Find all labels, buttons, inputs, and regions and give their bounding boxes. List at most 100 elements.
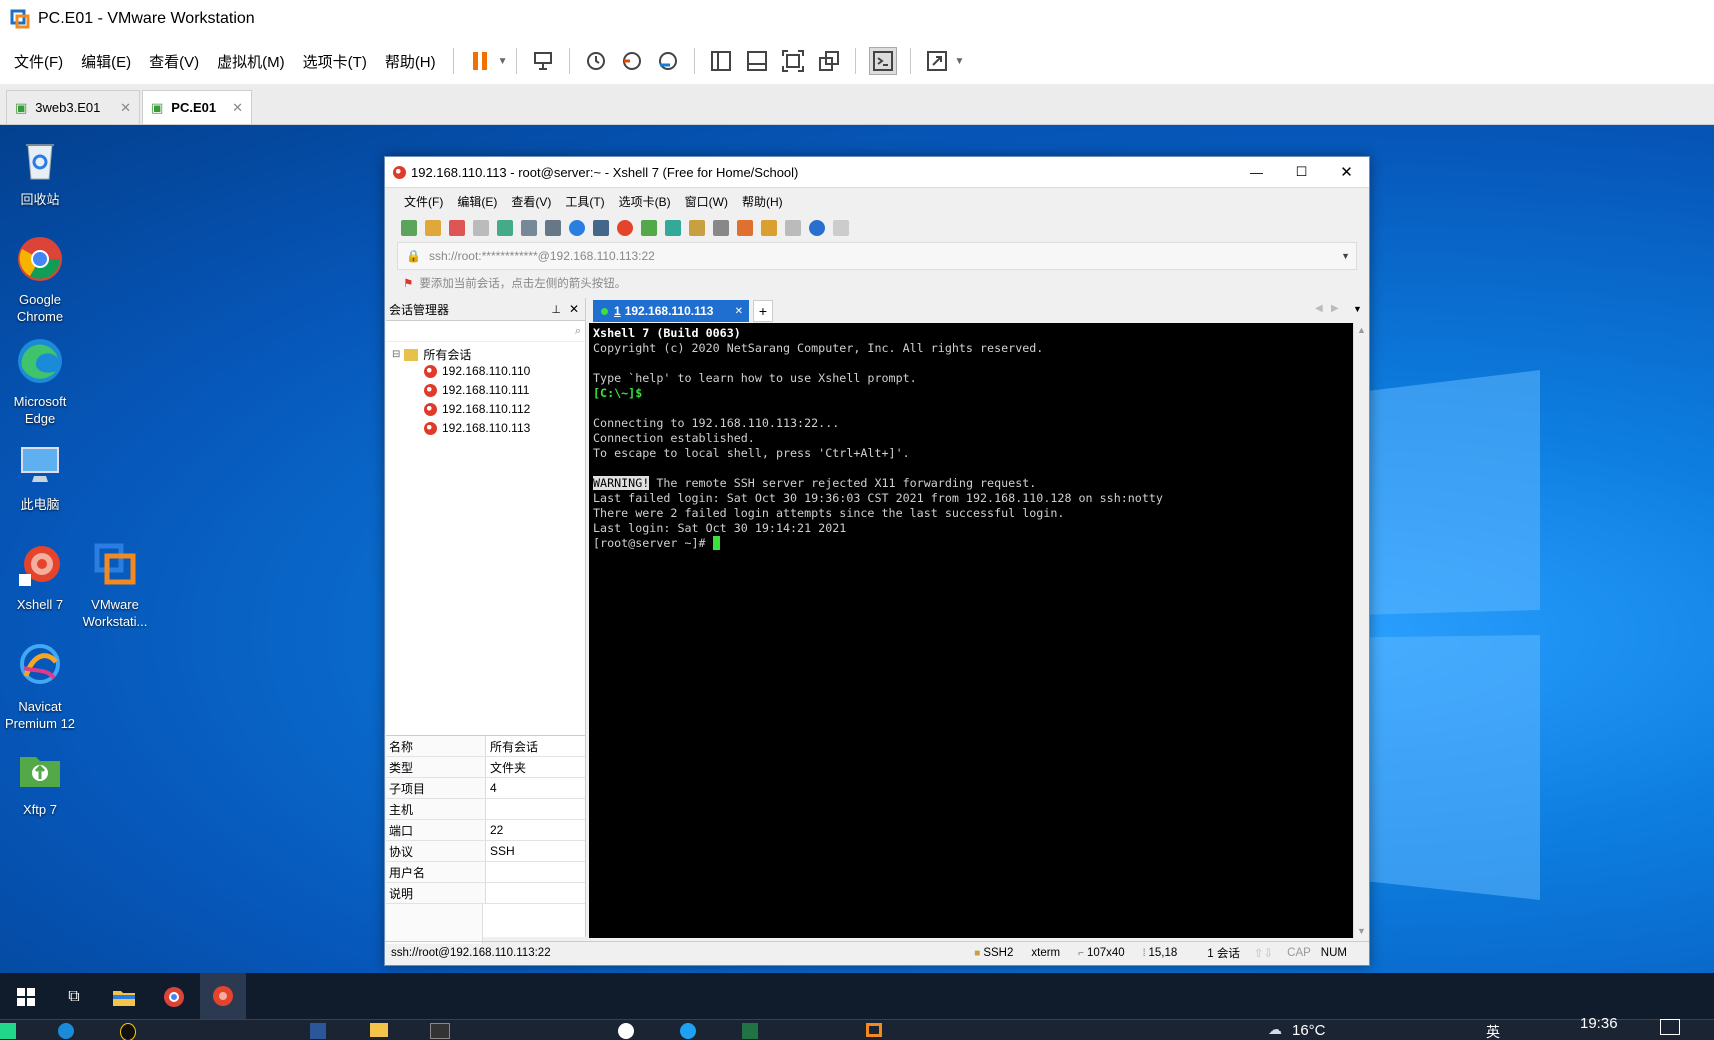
vm-tab-pc-e01[interactable]: ▣ PC.E01 ✕ — [142, 90, 252, 124]
font-icon[interactable] — [593, 220, 609, 236]
excel-icon[interactable] — [742, 1023, 758, 1039]
close-icon[interactable]: ✕ — [232, 100, 243, 116]
comment-icon[interactable] — [833, 220, 849, 236]
xs-menu-edit[interactable]: 编辑(E) — [457, 193, 497, 210]
xftp-green-icon[interactable] — [641, 220, 657, 236]
close-icon[interactable]: ✕ — [1324, 163, 1369, 181]
pause-icon[interactable] — [467, 48, 493, 74]
vm-menu-file[interactable]: 文件(F) — [5, 51, 72, 72]
desktop-icon-this-pc[interactable]: 此电脑 — [0, 440, 80, 513]
start-button[interactable] — [6, 977, 46, 1017]
snapshot-icon[interactable] — [583, 48, 609, 74]
desktop-icon-xftp[interactable]: Xftp 7 — [0, 745, 80, 818]
desktop-icon-xshell[interactable]: Xshell 7 — [0, 540, 80, 613]
search-icon[interactable]: ⌕ — [575, 325, 581, 338]
xs-menu-help[interactable]: 帮助(H) — [742, 193, 783, 210]
ime-indicator[interactable]: 英 — [1486, 1022, 1500, 1040]
qq-icon[interactable] — [120, 1023, 136, 1040]
maximize-icon[interactable]: ☐ — [1279, 164, 1324, 180]
desktop-icon-vmware[interactable]: VMware Workstati... — [75, 540, 155, 630]
chrome-icon[interactable] — [154, 977, 194, 1017]
session-item[interactable]: 192.168.110.111 — [424, 383, 529, 397]
xs-menu-tabs[interactable]: 选项卡(B) — [619, 193, 671, 210]
stretch-guest-icon[interactable] — [924, 48, 950, 74]
file-explorer-icon[interactable] — [104, 977, 144, 1017]
desktop-icon-recycle-bin[interactable]: 回收站 — [0, 135, 80, 208]
chevron-down-icon[interactable]: ▼ — [955, 56, 965, 67]
unity-icon[interactable] — [816, 48, 842, 74]
scroll-down-icon[interactable]: ▼ — [1357, 926, 1366, 936]
arrow-up-icon[interactable]: ⇧ — [1254, 946, 1264, 960]
add-tab-button[interactable]: + — [753, 300, 773, 322]
bookmark-arrow-icon[interactable]: ⚑ — [403, 276, 413, 290]
new-session-icon[interactable] — [401, 220, 417, 236]
send-ctrl-alt-del-icon[interactable] — [530, 48, 556, 74]
snapshot-manager-icon[interactable] — [655, 48, 681, 74]
pin-icon[interactable]: ⊥ — [551, 303, 561, 316]
revert-snapshot-icon[interactable] — [619, 48, 645, 74]
vm-menu-edit[interactable]: 编辑(E) — [72, 51, 140, 72]
terminal-icon[interactable] — [430, 1023, 450, 1039]
desktop-icon-navicat[interactable]: Navicat Premium 12 — [0, 642, 80, 732]
terminal-tab-active[interactable]: 1 192.168.110.113 ✕ — [593, 300, 749, 322]
task-view-icon[interactable]: ⧉ — [54, 977, 94, 1017]
tab-scroll-right-icon[interactable]: ▶ — [1331, 303, 1339, 314]
close-icon[interactable]: ✕ — [735, 306, 743, 317]
edge-icon[interactable] — [58, 1023, 74, 1039]
chevron-down-icon[interactable]: ▼ — [1341, 251, 1350, 261]
folder-icon[interactable] — [370, 1023, 388, 1037]
xshell-icon[interactable] — [200, 973, 246, 1022]
session-search-input[interactable]: ⌕ — [386, 321, 585, 342]
scroll-up-icon[interactable]: ▲ — [1357, 325, 1366, 335]
word-icon[interactable] — [310, 1023, 326, 1039]
open-folder-icon[interactable] — [425, 220, 441, 236]
properties-icon[interactable] — [497, 220, 513, 236]
expand-icon[interactable] — [665, 220, 681, 236]
vm-menu-vm[interactable]: 虚拟机(M) — [208, 51, 294, 72]
lock-icon[interactable] — [689, 220, 705, 236]
thumbnail-bar-icon[interactable] — [744, 48, 770, 74]
help-icon[interactable] — [809, 220, 825, 236]
vm-tab-3web3[interactable]: ▣ 3web3.E01 ✕ — [6, 90, 140, 124]
session-item[interactable]: 192.168.110.113 — [424, 421, 530, 435]
notification-icon[interactable] — [1660, 1019, 1680, 1035]
collapse-icon[interactable]: ⊟ — [392, 349, 400, 360]
close-icon[interactable]: ✕ — [120, 100, 131, 116]
typora-icon[interactable] — [618, 1023, 634, 1039]
layout-icon[interactable] — [545, 220, 561, 236]
chevron-down-icon[interactable]: ▼ — [1353, 304, 1362, 314]
highlight-icon[interactable] — [737, 220, 753, 236]
vm-menu-view[interactable]: 查看(V) — [140, 51, 208, 72]
keyboard-icon[interactable] — [713, 220, 729, 236]
tab-scroll-left-icon[interactable]: ◀ — [1315, 303, 1323, 314]
session-item[interactable]: 192.168.110.112 — [424, 402, 530, 416]
pycharm-icon[interactable] — [0, 1023, 16, 1039]
console-view-icon[interactable] — [868, 47, 897, 75]
fullscreen-icon[interactable] — [780, 48, 806, 74]
vm-menu-help[interactable]: 帮助(H) — [376, 51, 445, 72]
terminal-output[interactable]: Xshell 7 (Build 0063) Copyright (c) 2020… — [589, 323, 1353, 938]
close-icon[interactable]: ✕ — [569, 302, 579, 316]
twitter-icon[interactable] — [680, 1023, 696, 1039]
xs-menu-tools[interactable]: 工具(T) — [565, 193, 604, 210]
chevron-down-icon[interactable]: ▼ — [498, 56, 508, 67]
vmware-icon[interactable] — [866, 1023, 882, 1037]
find-icon[interactable] — [521, 220, 537, 236]
terminal-scrollbar[interactable]: ▲ ▼ — [1353, 323, 1369, 938]
session-item[interactable]: 192.168.110.110 — [424, 364, 530, 378]
address-bar[interactable]: 🔒 ssh://root:************@192.168.110.11… — [397, 242, 1357, 270]
desktop-icon-chrome[interactable]: Google Chrome — [0, 235, 80, 325]
add-tab-icon[interactable] — [761, 220, 777, 236]
minimize-icon[interactable]: — — [1234, 165, 1279, 180]
xshell-red-icon[interactable] — [617, 220, 633, 236]
xs-menu-file[interactable]: 文件(F) — [404, 193, 443, 210]
arrow-down-icon[interactable]: ⇩ — [1264, 946, 1274, 960]
reconnect-icon[interactable] — [449, 220, 465, 236]
tile-icon[interactable] — [785, 220, 801, 236]
xs-menu-window[interactable]: 窗口(W) — [685, 193, 728, 210]
desktop-icon-edge[interactable]: Microsoft Edge — [0, 337, 80, 427]
xs-menu-view[interactable]: 查看(V) — [511, 193, 551, 210]
disconnect-icon[interactable] — [473, 220, 489, 236]
clock-time[interactable]: 19:36 — [1580, 1015, 1618, 1032]
tree-root-all-sessions[interactable]: ⊟ 所有会话 — [392, 346, 471, 363]
